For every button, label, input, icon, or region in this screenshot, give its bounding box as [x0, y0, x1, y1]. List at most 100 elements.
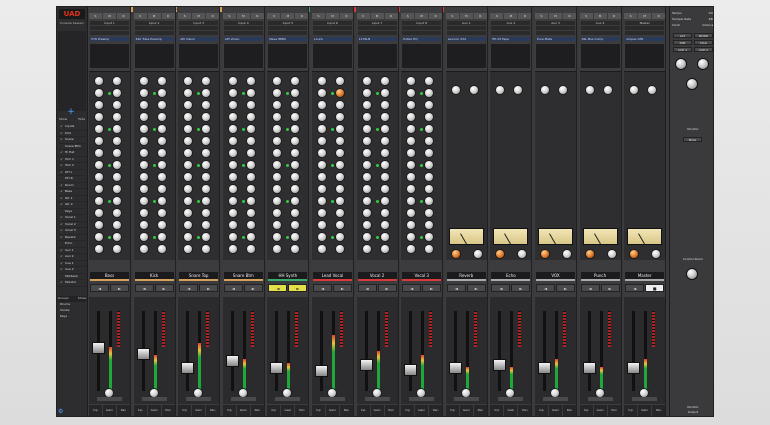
pan-knob[interactable]	[506, 389, 515, 397]
bottom-control-label[interactable]: Pan	[384, 405, 398, 416]
strip-button[interactable]: R	[473, 13, 487, 19]
eq-knob[interactable]	[291, 221, 300, 229]
output-button[interactable]	[320, 397, 345, 401]
next-button[interactable]: ►	[288, 284, 308, 292]
eq-knob[interactable]	[228, 89, 237, 97]
eq-knob[interactable]	[362, 185, 371, 193]
prev-button[interactable]: ◄	[179, 284, 199, 292]
send-knob[interactable]	[518, 250, 527, 258]
strip-button[interactable]: M	[192, 13, 206, 19]
eq-knob[interactable]	[407, 197, 416, 205]
eq-knob[interactable]	[336, 233, 344, 241]
fader-handle[interactable]	[270, 362, 284, 374]
settings-gear-icon[interactable]: ⚙	[58, 408, 86, 416]
fader-handle[interactable]	[404, 364, 418, 377]
checkmark-icon[interactable]: ✓	[58, 150, 65, 156]
eq-knob[interactable]	[113, 233, 121, 241]
eq-knob[interactable]	[184, 149, 193, 157]
bottom-control-label[interactable]: Inp	[312, 405, 325, 416]
eq-knob[interactable]	[425, 221, 434, 229]
channel-name[interactable]: Snare Top	[179, 272, 219, 281]
eq-knob[interactable]	[139, 101, 148, 109]
pan-knob[interactable]	[551, 389, 559, 397]
checkmark-icon[interactable]: ✓	[58, 183, 65, 189]
input-mode-select[interactable]	[223, 31, 263, 35]
pan-knob[interactable]	[283, 389, 292, 397]
next-button[interactable]: ►	[556, 284, 575, 292]
fader-handle[interactable]	[627, 362, 641, 374]
bottom-control-label[interactable]: Inp	[222, 405, 236, 416]
eq-knob[interactable]	[380, 101, 389, 109]
eq-knob[interactable]	[228, 173, 237, 181]
eq-knob[interactable]	[362, 173, 371, 181]
eq-knob[interactable]	[184, 173, 193, 181]
strip-button[interactable]: R	[384, 13, 398, 19]
eq-knob[interactable]	[336, 137, 344, 145]
monitor-button[interactable]: CUE 1	[673, 47, 692, 52]
eq-knob[interactable]	[407, 245, 416, 253]
input-gain-select[interactable]	[402, 26, 442, 30]
bottom-control-label[interactable]: Pan	[429, 405, 443, 416]
checkmark-icon[interactable]	[58, 209, 65, 215]
bottom-control-label[interactable]: Gain	[504, 405, 518, 416]
checkmark-icon[interactable]: ✓	[58, 280, 65, 286]
eq-knob[interactable]	[139, 185, 148, 193]
eq-knob[interactable]	[407, 125, 416, 133]
bottom-control-label[interactable]: Inp	[178, 405, 192, 416]
strip-button[interactable]: M	[147, 13, 161, 19]
checkmark-icon[interactable]	[58, 144, 65, 150]
checkmark-icon[interactable]: ✓	[58, 163, 65, 169]
bottom-control-label[interactable]: Inp	[445, 405, 459, 416]
send-knob[interactable]	[585, 86, 594, 94]
eq-knob[interactable]	[318, 209, 326, 217]
eq-knob[interactable]	[380, 233, 389, 241]
monitor-button[interactable]: DIM	[673, 40, 692, 45]
output-button[interactable]	[453, 397, 479, 401]
eq-knob[interactable]	[425, 125, 434, 133]
eq-knob[interactable]	[95, 173, 103, 181]
bottom-control-label[interactable]: Gain	[370, 405, 384, 416]
insert-area[interactable]	[536, 44, 575, 68]
input-mode-select[interactable]	[491, 31, 531, 35]
eq-knob[interactable]	[95, 233, 103, 241]
insert-area[interactable]	[580, 44, 620, 68]
channel-name[interactable]: Master	[625, 272, 665, 281]
eq-knob[interactable]	[228, 101, 237, 109]
bottom-control-label[interactable]: Inp	[89, 405, 102, 416]
monitor-knob[interactable]	[676, 59, 686, 69]
strip-button[interactable]: S	[267, 13, 281, 19]
eq-knob[interactable]	[184, 209, 193, 217]
eq-knob[interactable]	[113, 89, 121, 97]
strip-button[interactable]: R	[563, 13, 576, 19]
eq-knob[interactable]	[336, 113, 344, 121]
send-knob[interactable]	[451, 86, 460, 94]
eq-knob[interactable]	[157, 89, 166, 97]
prev-button[interactable]: ◄	[268, 284, 288, 292]
checkmark-icon[interactable]: ✓	[58, 248, 65, 254]
prev-button[interactable]: ◄	[491, 284, 511, 292]
eq-knob[interactable]	[184, 197, 193, 205]
send-knob[interactable]	[559, 86, 567, 94]
eq-knob[interactable]	[291, 77, 300, 85]
next-button[interactable]: ►	[422, 284, 442, 292]
eq-knob[interactable]	[425, 161, 434, 169]
pan-knob[interactable]	[238, 389, 247, 397]
eq-knob[interactable]	[113, 161, 121, 169]
insert-slot[interactable]: API Vision	[179, 37, 219, 41]
channel-name[interactable]: Lead Vocal	[313, 272, 352, 281]
eq-knob[interactable]	[336, 89, 344, 97]
input-select[interactable]: Input 6	[313, 21, 352, 25]
strip-button[interactable]: M	[236, 13, 250, 19]
insert-slot[interactable]: V76 Preamp	[90, 37, 129, 41]
output-button[interactable]	[141, 397, 167, 401]
eq-knob[interactable]	[425, 113, 434, 121]
eq-knob[interactable]	[380, 197, 389, 205]
insert-area[interactable]	[90, 44, 129, 68]
strip-button[interactable]: S	[312, 13, 325, 19]
eq-knob[interactable]	[246, 137, 255, 145]
checkmark-icon[interactable]: ✓	[58, 124, 65, 130]
eq-knob[interactable]	[425, 173, 434, 181]
prev-button[interactable]: ◄	[357, 284, 377, 292]
eq-knob[interactable]	[157, 101, 166, 109]
strip-button[interactable]: S	[490, 13, 504, 19]
